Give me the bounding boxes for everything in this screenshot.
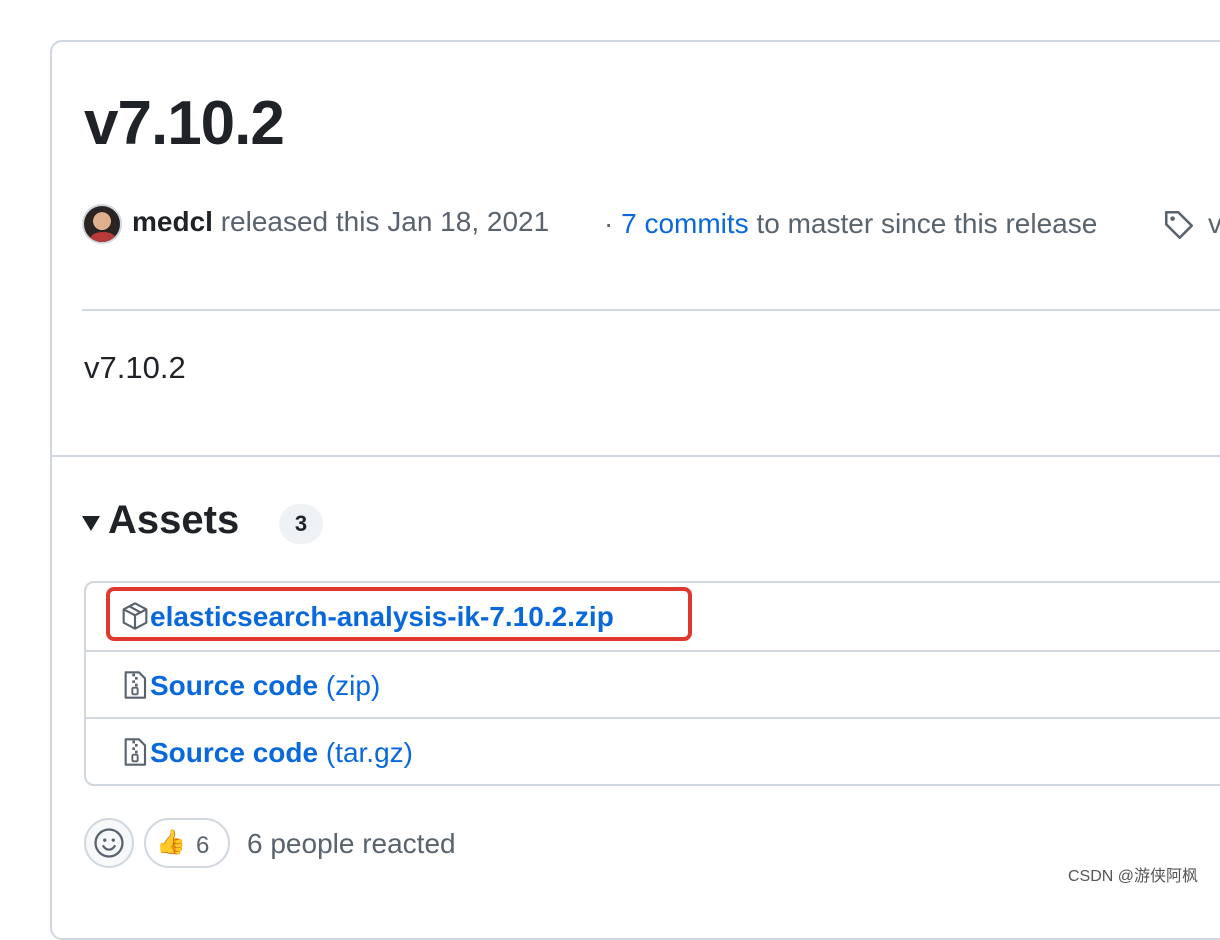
asset-row: Source code (zip) — [86, 650, 1220, 717]
avatar[interactable] — [82, 204, 122, 244]
asset-name: Source code — [150, 737, 319, 768]
add-reaction-button[interactable] — [84, 818, 134, 868]
tag-link[interactable]: v — [1208, 208, 1220, 240]
release-card — [50, 40, 1220, 940]
thumbs-up-icon: 👍 — [156, 829, 186, 856]
caret-down-icon — [82, 516, 100, 531]
asset-row: Source code (tar.gz) — [86, 717, 1220, 784]
release-body: v7.10.2 — [84, 350, 186, 385]
file-zip-icon — [124, 738, 147, 766]
asset-suffix: (tar.gz) — [318, 737, 413, 768]
commits-suffix: to master since this release — [748, 208, 1098, 239]
reactions-summary: 6 people reacted — [247, 828, 456, 859]
highlight-annotation — [106, 587, 692, 641]
divider — [52, 455, 1220, 457]
commits-info: · 7 commits to master since this release — [604, 208, 1097, 240]
released-date-text: released this Jan 18, 2021 — [212, 206, 550, 237]
file-zip-icon — [124, 671, 147, 699]
asset-name: Source code — [150, 670, 319, 701]
release-title[interactable]: v7.10.2 — [84, 88, 285, 159]
watermark: CSDN @游侠阿枫 — [1068, 868, 1199, 885]
reactions-bar: 👍 6 6 people reacted — [84, 818, 684, 872]
assets-count-badge: 3 — [279, 504, 323, 544]
release-info: medcl released this Jan 18, 2021 — [132, 206, 549, 238]
smiley-icon — [94, 828, 124, 858]
asset-link-source-targz[interactable]: Source code (tar.gz) — [150, 737, 413, 769]
thumbs-up-reaction-button[interactable]: 👍 6 — [144, 818, 230, 868]
commits-separator: · — [604, 208, 622, 239]
reaction-count: 6 — [196, 832, 210, 859]
assets-title: Assets — [108, 498, 240, 542]
asset-suffix: (zip) — [318, 670, 381, 701]
release-meta: medcl released this Jan 18, 2021 · 7 com… — [82, 204, 1220, 248]
divider — [82, 309, 1220, 311]
commits-link[interactable]: 7 commits — [621, 208, 749, 239]
tag-icon — [1164, 210, 1194, 240]
asset-link-source-zip[interactable]: Source code (zip) — [150, 670, 380, 702]
author-link[interactable]: medcl — [132, 206, 213, 237]
